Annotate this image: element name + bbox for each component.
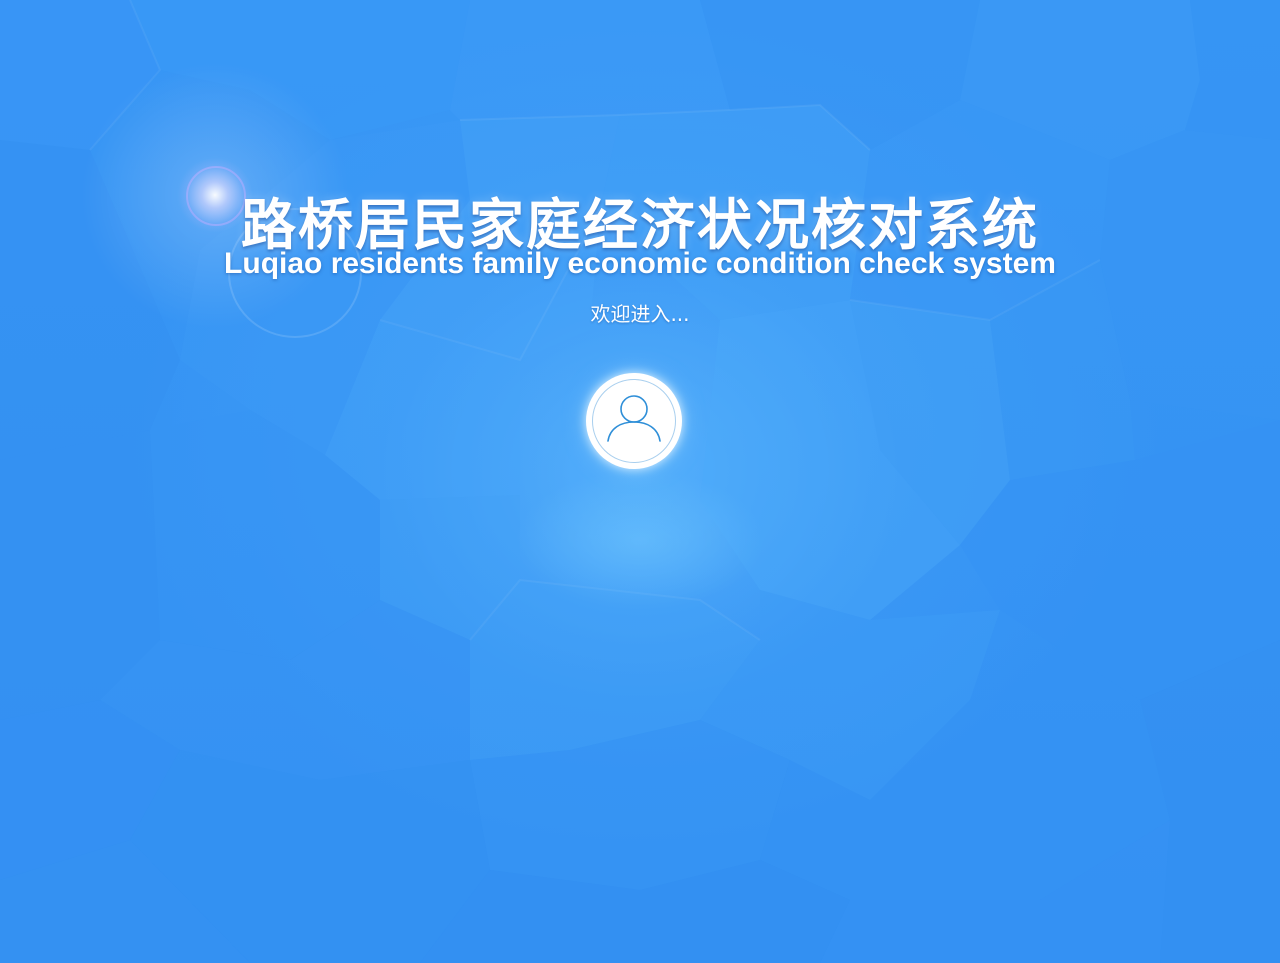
avatar-glow bbox=[515, 470, 765, 610]
login-avatar-button[interactable] bbox=[586, 373, 682, 469]
user-icon bbox=[607, 395, 661, 442]
welcome-text: 欢迎进入... bbox=[590, 302, 690, 326]
page-subtitle: Luqiao residents family economic conditi… bbox=[224, 247, 1056, 280]
